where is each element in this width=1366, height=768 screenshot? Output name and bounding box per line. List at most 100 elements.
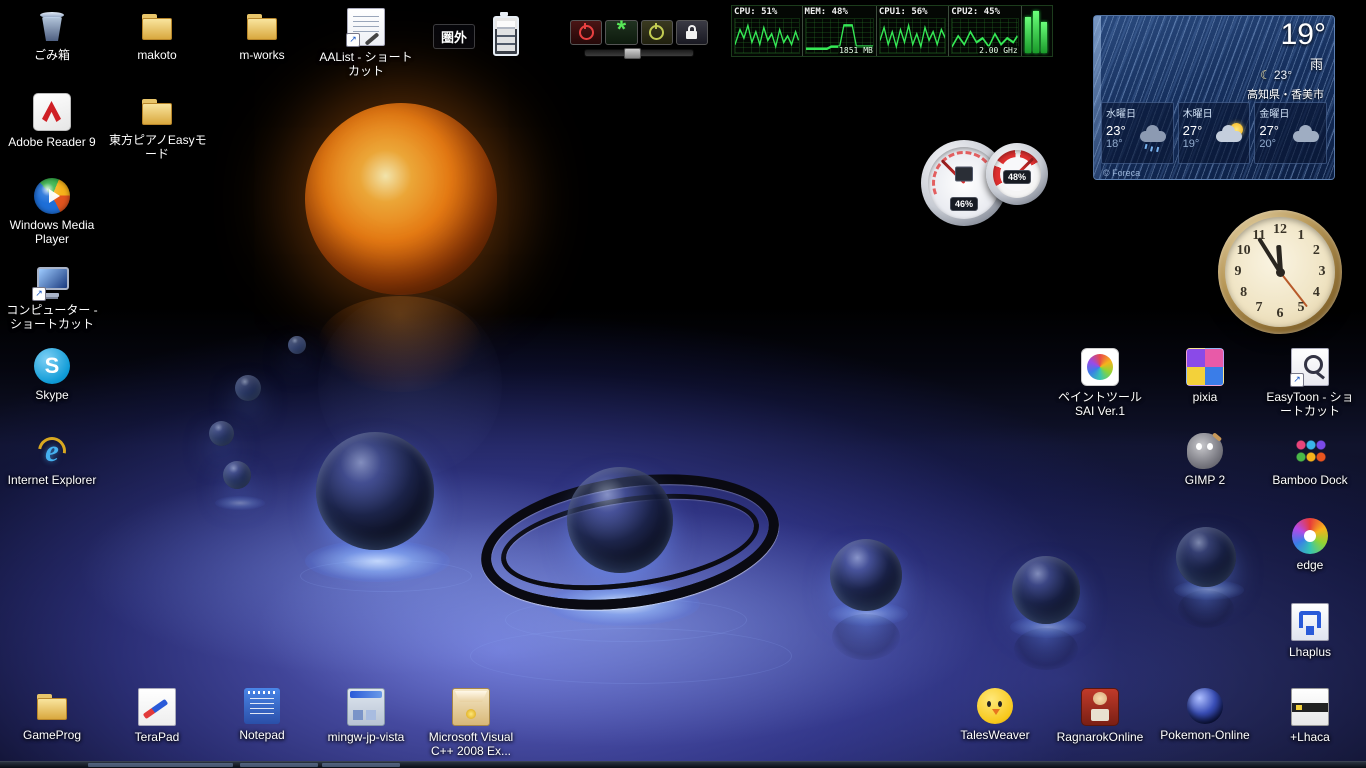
icon-label: Skype bbox=[35, 388, 69, 402]
icon-label: makoto bbox=[137, 48, 177, 62]
desktop-icon-aalist-shortcut[interactable]: ↗ AAList - ショート カット bbox=[318, 8, 414, 78]
desktop-icon-touhou-piano-easy-folder[interactable]: 東方ピアノEasyモ ード bbox=[109, 93, 207, 161]
cpu-gauge-value: 46% bbox=[949, 197, 979, 211]
forecast-day-name: 水曜日 bbox=[1106, 109, 1136, 120]
taskbar[interactable] bbox=[0, 761, 1366, 768]
gimp-2-icon bbox=[1187, 433, 1223, 469]
desktop-icon-gameprog-folder[interactable]: GameProg bbox=[4, 688, 100, 742]
icon-glyph: S bbox=[44, 353, 60, 378]
weather-location: 高知県・香美市 bbox=[1247, 89, 1324, 101]
desktop-icon-windows-media-player[interactable]: Windows Media Player bbox=[4, 178, 100, 246]
ram-gauge-gadget[interactable]: 48% bbox=[986, 143, 1048, 205]
paint-tool-sai-icon bbox=[1081, 348, 1119, 386]
level-bar bbox=[1032, 11, 1039, 53]
desktop-icon-easytoon-shortcut[interactable]: ↗ EasyToon - ショ ートカット bbox=[1262, 348, 1358, 418]
desktop-icon-skype[interactable]: S Skype bbox=[4, 348, 100, 402]
touhou-piano-easy-folder-icon bbox=[139, 93, 175, 129]
desktop-icon-makoto-folder[interactable]: makoto bbox=[109, 8, 205, 62]
icon-label: Microsoft Visual C++ 2008 Ex... bbox=[428, 730, 514, 758]
desktop-icon-ragnarok-online[interactable]: RagnarokOnline bbox=[1052, 688, 1148, 744]
meter-section-cpu1: CPU1: 56% bbox=[877, 6, 950, 56]
icon-label: TeraPad bbox=[134, 730, 180, 744]
desktop-icon-terapad[interactable]: TeraPad bbox=[109, 688, 205, 744]
ragnarok-online-icon bbox=[1081, 688, 1119, 726]
forecast-day-name: 金曜日 bbox=[1259, 109, 1290, 120]
windows-media-player-icon bbox=[34, 178, 70, 214]
desktop-icon-pokemon-online[interactable]: Pokemon-Online bbox=[1157, 688, 1253, 742]
desktop-icon-notepad[interactable]: Notepad bbox=[214, 688, 310, 742]
desktop-icon-msvc-2008-express[interactable]: Microsoft Visual C++ 2008 Ex... bbox=[423, 688, 519, 758]
desktop-icon-mingw-jp-vista[interactable]: mingw-jp-vista bbox=[318, 688, 414, 744]
meter-cpu1-label: CPU1: 56% bbox=[878, 7, 928, 17]
icon-label: TalesWeaver bbox=[960, 728, 1030, 742]
power-icon bbox=[578, 23, 594, 40]
lock-icon bbox=[686, 25, 698, 39]
weather-credit: © Foreca bbox=[1103, 168, 1141, 178]
terapad-icon bbox=[138, 688, 176, 726]
level-bar bbox=[1040, 22, 1047, 53]
meter-level-bars bbox=[1022, 6, 1052, 56]
lock-button[interactable] bbox=[675, 20, 708, 45]
desktop-icon-adobe-reader-9[interactable]: Adobe Reader 9 bbox=[4, 93, 100, 149]
power-control-gadget[interactable] bbox=[570, 20, 708, 59]
standby-button[interactable] bbox=[605, 20, 638, 45]
desktop-icon-plus-lhaca[interactable]: +Lhaca bbox=[1262, 688, 1358, 744]
clock-numeral: 12 bbox=[1273, 222, 1287, 237]
asterisk-icon bbox=[617, 23, 626, 42]
weather-gadget[interactable]: 19° 雨 23° 高知県・香美市 水曜日 23° 18° 木曜日 27° 19… bbox=[1093, 15, 1335, 180]
desktop-icon-lhaplus[interactable]: Lhaplus bbox=[1262, 603, 1358, 659]
icon-label: Windows Media Player bbox=[9, 218, 95, 246]
desktop-icon-computer-shortcut[interactable]: ↗ コンピューター - ショートカット bbox=[4, 263, 100, 331]
ram-gauge-value: 48% bbox=[1002, 170, 1032, 184]
taskbar-window-segment[interactable] bbox=[240, 763, 318, 767]
forecast-day-wednesday[interactable]: 水曜日 23° 18° bbox=[1101, 102, 1174, 164]
battery-gadget[interactable] bbox=[493, 12, 519, 56]
icon-label: ペイントツール SAI Ver.1 bbox=[1057, 390, 1142, 418]
desktop-icon-paint-tool-sai[interactable]: ペイントツール SAI Ver.1 bbox=[1052, 348, 1148, 418]
meter-section-mem: MEM: 48% 1851 MB bbox=[803, 6, 877, 56]
pokemon-online-icon bbox=[1187, 688, 1223, 724]
forecast-day-friday[interactable]: 金曜日 27° 20° bbox=[1254, 102, 1328, 164]
desktop-icon-recycle-bin[interactable]: ごみ箱 bbox=[4, 8, 100, 62]
icon-label: コンピューター - ショートカット bbox=[6, 303, 98, 331]
cloudy-icon bbox=[1291, 123, 1323, 149]
power-gadget-slider[interactable] bbox=[584, 48, 694, 59]
msvc-2008-express-icon bbox=[452, 688, 490, 726]
meter-cpu-graph bbox=[734, 18, 800, 54]
system-monitor-gadget[interactable]: CPU: 51% MEM: 48% 1851 MB CPU1: 56% CPU2… bbox=[731, 5, 1053, 57]
icon-label: 東方ピアノEasyモ ード bbox=[109, 133, 207, 161]
taskbar-window-segment[interactable] bbox=[88, 763, 233, 767]
analog-clock-gadget[interactable]: 12 1 2 3 4 5 6 7 8 9 10 11 bbox=[1218, 210, 1342, 334]
desktop-icon-internet-explorer[interactable]: e Internet Explorer bbox=[4, 433, 100, 487]
icon-label: m-works bbox=[239, 48, 285, 62]
desktop-icon-edge[interactable]: edge bbox=[1262, 518, 1358, 572]
m-works-folder-icon bbox=[244, 8, 280, 44]
lhaplus-icon bbox=[1291, 603, 1329, 641]
icon-glyph: e bbox=[45, 433, 59, 468]
clock-numeral: 4 bbox=[1312, 285, 1320, 300]
clock-numeral: 11 bbox=[1252, 227, 1266, 243]
makoto-folder-icon bbox=[139, 8, 175, 44]
meter-cpu2-label: CPU2: 45% bbox=[951, 7, 1001, 17]
desktop-icon-talesweaver[interactable]: TalesWeaver bbox=[947, 688, 1043, 742]
signal-status-gadget[interactable]: 圏外 bbox=[433, 24, 476, 49]
desktop[interactable]: ごみ箱 makoto m-works ↗ AAList - ショート カット Adobe R… bbox=[0, 0, 1366, 768]
icon-label: +Lhaca bbox=[1290, 730, 1330, 744]
computer-shortcut-icon: ↗ bbox=[32, 263, 70, 301]
desktop-icon-m-works-folder[interactable]: m-works bbox=[214, 8, 310, 62]
meter-cpu-label: CPU: 51% bbox=[734, 7, 778, 17]
desktop-icon-gimp-2[interactable]: GIMP 2 bbox=[1157, 433, 1253, 487]
rain-icon bbox=[1138, 123, 1170, 150]
icon-label: EasyToon - ショ ートカット bbox=[1266, 390, 1354, 418]
forecast-day-thursday[interactable]: 木曜日 27° 19° bbox=[1177, 102, 1251, 164]
clock-center-cap bbox=[1275, 267, 1285, 277]
shortcut-arrow-icon: ↗ bbox=[346, 33, 360, 47]
power-off-button[interactable] bbox=[570, 20, 603, 45]
taskbar-window-segment[interactable] bbox=[322, 763, 400, 767]
icon-label: AAList - ショート カット bbox=[319, 50, 413, 78]
hibernate-button[interactable] bbox=[640, 20, 673, 45]
desktop-icon-pixia[interactable]: pixia bbox=[1157, 348, 1253, 404]
desktop-icon-bamboo-dock[interactable]: Bamboo Dock bbox=[1262, 433, 1358, 487]
current-temperature: 19° bbox=[1280, 18, 1326, 51]
shortcut-arrow-icon: ↗ bbox=[32, 287, 46, 301]
